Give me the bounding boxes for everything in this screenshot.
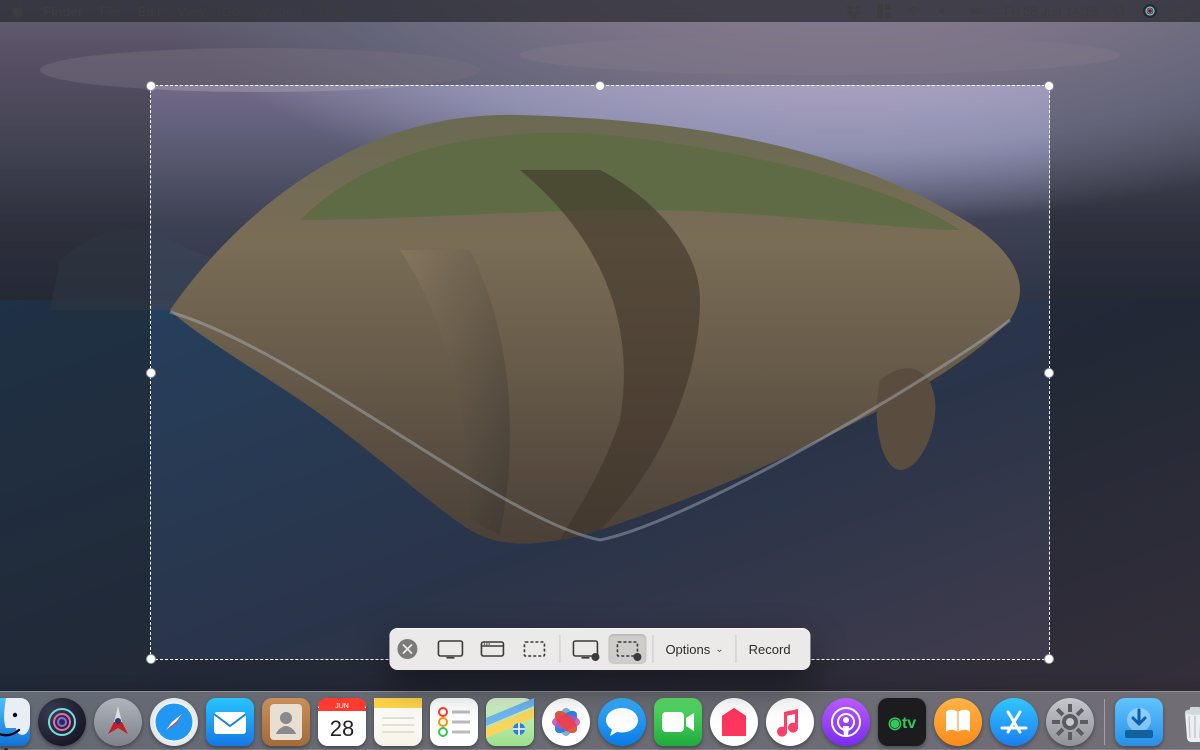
siri-menubar-icon[interactable] xyxy=(1142,3,1158,19)
dock-region: JUN 28 ◉tv xyxy=(0,680,1200,750)
dock-finder-icon[interactable] xyxy=(0,698,30,746)
apple-menu-icon[interactable] xyxy=(10,3,26,19)
spotlight-icon[interactable] xyxy=(1112,3,1128,19)
record-indicator-icon xyxy=(591,653,599,661)
record-selection-button[interactable] xyxy=(608,634,646,664)
resize-handle-w[interactable] xyxy=(146,368,156,378)
dock-news-icon[interactable] xyxy=(710,698,758,746)
screenshot-selection-area[interactable] xyxy=(150,85,1050,660)
screenshot-options-button[interactable]: Options ⌄ xyxy=(653,634,735,664)
resize-handle-ne[interactable] xyxy=(1044,81,1054,91)
menu-go[interactable]: Go xyxy=(222,4,239,19)
svg-text:◉tv: ◉tv xyxy=(888,715,916,732)
screenshot-close-button[interactable] xyxy=(397,639,417,659)
dropbox-status-icon[interactable] xyxy=(846,3,862,19)
dock-tv-icon[interactable]: ◉tv xyxy=(878,698,926,746)
dock-music-icon[interactable] xyxy=(766,698,814,746)
menu-window[interactable]: Window xyxy=(256,4,302,19)
capture-selection-button[interactable] xyxy=(515,634,553,664)
dock-photos-icon[interactable] xyxy=(542,698,590,746)
dock-system-preferences-icon[interactable] xyxy=(1046,698,1094,746)
notification-center-icon[interactable] xyxy=(1172,3,1188,19)
dock-siri-icon[interactable] xyxy=(38,698,86,746)
dock-trash-icon[interactable] xyxy=(1171,698,1200,746)
active-app-name[interactable]: Finder xyxy=(43,4,83,19)
dock-books-icon[interactable] xyxy=(934,698,982,746)
dock-downloads-icon[interactable] xyxy=(1115,698,1163,746)
record-entire-screen-button[interactable] xyxy=(566,634,604,664)
calendar-month-label: JUN xyxy=(335,703,349,710)
menu-view[interactable]: View xyxy=(177,4,205,19)
dock-appstore-icon[interactable] xyxy=(990,698,1038,746)
chevron-down-icon: ⌄ xyxy=(715,644,723,655)
resize-handle-n[interactable] xyxy=(595,81,605,91)
resize-handle-nw[interactable] xyxy=(146,81,156,91)
dock-separator xyxy=(1104,699,1105,745)
menubar-clock[interactable]: Fri 28 Jun 14:18 xyxy=(1004,4,1098,19)
capture-window-button[interactable] xyxy=(473,634,511,664)
dock-safari-icon[interactable] xyxy=(150,698,198,746)
menu-help[interactable]: Help xyxy=(320,4,347,19)
dock-mail-icon[interactable] xyxy=(206,698,254,746)
resize-handle-e[interactable] xyxy=(1044,368,1054,378)
menu-bar: Finder File Edit View Go Window Help Fri… xyxy=(0,0,1200,22)
dock-messages-icon[interactable] xyxy=(598,698,646,746)
dock-contacts-icon[interactable] xyxy=(262,698,310,746)
dock-podcasts-icon[interactable] xyxy=(822,698,870,746)
dock-launchpad-icon[interactable] xyxy=(94,698,142,746)
battery-status-icon[interactable] xyxy=(966,3,990,19)
screenshot-action-button[interactable]: Record xyxy=(737,634,803,664)
menu-edit[interactable]: Edit xyxy=(138,4,160,19)
dock-reminders-icon[interactable] xyxy=(430,698,478,746)
resize-handle-sw[interactable] xyxy=(146,654,156,664)
dock: JUN 28 ◉tv xyxy=(0,691,1200,750)
dock-maps-icon[interactable] xyxy=(486,698,534,746)
menubar-app-icon[interactable] xyxy=(876,3,892,19)
capture-entire-screen-button[interactable] xyxy=(431,634,469,664)
volume-status-icon[interactable] xyxy=(936,3,952,19)
action-label: Record xyxy=(749,642,791,657)
screenshot-toolbar: Options ⌄ Record xyxy=(389,628,810,670)
record-indicator-icon xyxy=(633,653,641,661)
resize-handle-se[interactable] xyxy=(1044,654,1054,664)
menu-file[interactable]: File xyxy=(100,4,121,19)
dock-facetime-icon[interactable] xyxy=(654,698,702,746)
wifi-status-icon[interactable] xyxy=(906,3,922,19)
dock-notes-icon[interactable] xyxy=(374,698,422,746)
calendar-day-label: 28 xyxy=(329,716,353,741)
options-label: Options xyxy=(665,642,710,657)
dock-calendar-icon[interactable]: JUN 28 xyxy=(318,698,366,746)
